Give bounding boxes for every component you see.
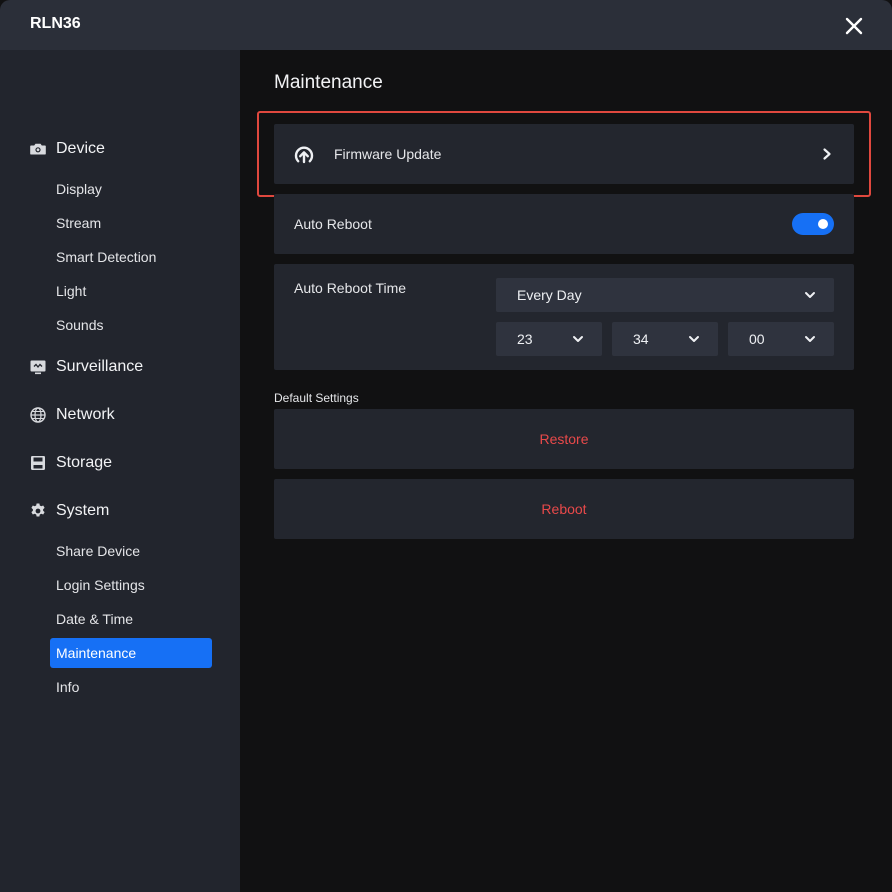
frequency-select[interactable]: Every Day (496, 278, 834, 312)
sidebar-item-stream[interactable]: Stream (50, 208, 212, 238)
sidebar-item-info[interactable]: Info (50, 672, 212, 702)
gear-icon (28, 501, 48, 521)
close-icon (845, 17, 863, 35)
hour-select[interactable]: 23 (496, 322, 602, 356)
chevron-down-icon (805, 336, 815, 342)
frequency-value: Every Day (517, 287, 582, 303)
upload-icon (294, 146, 314, 164)
sidebar-group-system[interactable]: System (28, 499, 109, 523)
hour-value: 23 (517, 331, 533, 347)
sidebar-group-label: System (56, 502, 110, 519)
sidebar-group-label: Surveillance (56, 358, 144, 375)
globe-icon (28, 405, 48, 425)
firmware-update-label: Firmware Update (334, 146, 442, 162)
sidebar-item-share-device[interactable]: Share Device (50, 536, 212, 566)
second-select[interactable]: 00 (728, 322, 834, 356)
sidebar-group-surveillance[interactable]: Surveillance (28, 355, 143, 379)
auto-reboot-time-label: Auto Reboot Time (294, 280, 407, 296)
auto-reboot-toggle[interactable] (792, 213, 834, 235)
sidebar-group-label: Device (56, 140, 105, 157)
monitor-icon (28, 357, 48, 377)
chevron-down-icon (805, 292, 815, 298)
default-settings-label: Default Settings (274, 391, 359, 405)
camera-icon (28, 139, 48, 159)
sidebar-item-light[interactable]: Light (50, 276, 212, 306)
chevron-down-icon (689, 336, 699, 342)
chevron-down-icon (573, 336, 583, 342)
sidebar-item-maintenance[interactable]: Maintenance (50, 638, 212, 668)
reboot-button[interactable]: Reboot (274, 479, 854, 539)
minute-value: 34 (633, 331, 649, 347)
sidebar-group-storage[interactable]: Storage (28, 451, 112, 475)
title-bar: RLN36 (0, 0, 892, 50)
second-value: 00 (749, 331, 765, 347)
restore-button[interactable]: Restore (274, 409, 854, 469)
sidebar-item-smart-detection[interactable]: Smart Detection (50, 242, 212, 272)
toggle-knob (818, 219, 828, 229)
sidebar-group-device[interactable]: Device (28, 137, 105, 161)
app-title: RLN36 (30, 15, 81, 32)
sidebar-group-label: Storage (56, 454, 113, 471)
page-title: Maintenance (274, 72, 383, 93)
sidebar-group-network[interactable]: Network (28, 403, 115, 427)
sidebar-group-label: Network (56, 406, 115, 423)
sidebar-item-sounds[interactable]: Sounds (50, 310, 212, 340)
sidebar-item-login-settings[interactable]: Login Settings (50, 570, 212, 600)
sidebar-item-date-time[interactable]: Date & Time (50, 604, 212, 634)
sidebar-item-display[interactable]: Display (50, 174, 212, 204)
minute-select[interactable]: 34 (612, 322, 718, 356)
close-button[interactable] (840, 12, 868, 40)
chevron-right-icon (823, 148, 831, 160)
auto-reboot-label: Auto Reboot (294, 216, 372, 232)
floppy-disk-icon (28, 453, 48, 473)
